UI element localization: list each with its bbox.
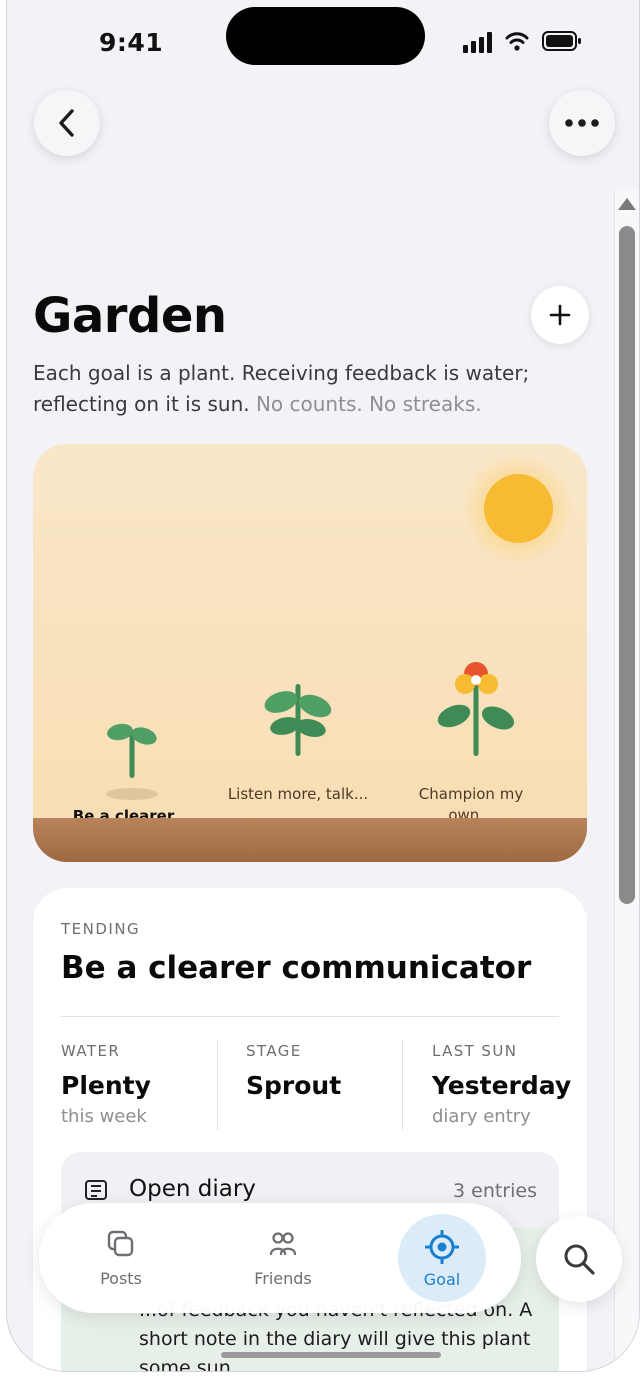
search-icon — [564, 1244, 595, 1275]
stat-value: Yesterday — [432, 1071, 572, 1100]
people-icon — [269, 1232, 297, 1256]
page-subtitle: Each goal is a plant. Receiving feedback… — [33, 358, 553, 420]
back-button[interactable] — [34, 90, 100, 156]
scrollbar-thumb[interactable] — [619, 226, 635, 904]
stat-label: LAST SUN — [432, 1042, 518, 1060]
scroll-up-arrow-icon[interactable] — [618, 198, 636, 210]
ellipsis-icon — [565, 119, 599, 127]
stat-value: Sprout — [246, 1071, 342, 1100]
stat-value: Plenty — [61, 1071, 151, 1100]
plant-leafy[interactable] — [253, 680, 343, 760]
stat-water: WATER Plenty this week — [61, 1042, 221, 1127]
status-time: 9:41 — [99, 28, 164, 57]
stat-stage: STAGE Sprout — [246, 1042, 406, 1106]
sun-icon — [484, 474, 553, 543]
stat-last-sun: LAST SUN Yesterday diary entry — [432, 1042, 592, 1127]
dynamic-island — [226, 7, 425, 65]
plant-label[interactable]: Listen more, talk... — [218, 784, 378, 805]
garden-scene: Be a clearer... Listen more, talk... Cha… — [33, 444, 587, 862]
divider — [402, 1040, 403, 1130]
list-icon — [85, 1180, 107, 1200]
card-eyebrow: TENDING — [61, 920, 141, 938]
more-button[interactable] — [549, 90, 615, 156]
add-goal-button[interactable] — [531, 286, 589, 344]
home-indicator[interactable] — [221, 1352, 441, 1358]
divider — [61, 1016, 559, 1017]
diary-entry-count: 3 entries — [453, 1180, 537, 1202]
target-icon — [425, 1230, 459, 1264]
stat-label: STAGE — [246, 1042, 302, 1060]
stacked-squares-icon — [107, 1230, 134, 1257]
signal-icon — [463, 31, 493, 53]
tab-posts[interactable]: Posts — [73, 1217, 169, 1299]
chevron-left-icon — [59, 109, 74, 137]
divider — [217, 1040, 218, 1130]
ground — [33, 818, 587, 862]
stat-label: WATER — [61, 1042, 121, 1060]
subtitle-muted: No counts. No streaks. — [255, 392, 482, 416]
stat-sub: this week — [61, 1106, 147, 1127]
phone-screen: 9:41 Garden Each goal is a plant. Receiv… — [6, 0, 640, 1372]
goal-title: Be a clearer communicator — [61, 950, 532, 986]
battery-icon — [542, 31, 581, 51]
tab-label: Goal — [423, 1270, 461, 1289]
plus-icon — [549, 304, 571, 326]
page-title: Garden — [33, 288, 227, 344]
tab-friends[interactable]: Friends — [235, 1217, 331, 1299]
wifi-icon — [505, 32, 529, 51]
tab-bar: Posts Friends Goal — [39, 1203, 521, 1313]
tab-goal[interactable]: Goal — [398, 1214, 486, 1302]
tab-label: Posts — [100, 1269, 142, 1288]
plant-flower[interactable] — [426, 662, 526, 758]
search-button[interactable] — [536, 1216, 622, 1302]
plant-sprout[interactable] — [97, 712, 167, 802]
diary-label: Open diary — [129, 1176, 256, 1202]
page-background — [0, 1372, 640, 1396]
tab-label: Friends — [254, 1269, 312, 1288]
stat-sub: diary entry — [432, 1106, 531, 1127]
